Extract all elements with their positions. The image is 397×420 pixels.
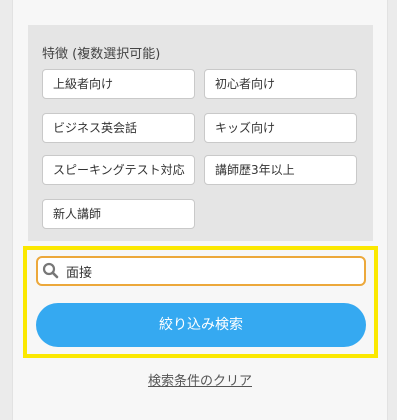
features-title: 特徴 (複数選択可能) xyxy=(42,47,161,62)
feature-chip-speaking-test[interactable]: スピーキングテスト対応 xyxy=(42,155,195,185)
feature-chip-teaching-experience[interactable]: 講師歴3年以上 xyxy=(204,155,357,185)
search-input[interactable] xyxy=(66,261,356,281)
feature-chip-advanced[interactable]: 上級者向け xyxy=(42,69,195,99)
feature-chip-kids[interactable]: キッズ向け xyxy=(204,113,357,143)
feature-chip-new-teacher[interactable]: 新人講師 xyxy=(42,199,195,229)
feature-chip-business-english[interactable]: ビジネス英会話 xyxy=(42,113,195,143)
filter-search-button[interactable]: 絞り込み検索 xyxy=(36,303,366,347)
feature-chip-beginner[interactable]: 初心者向け xyxy=(204,69,357,99)
search-icon xyxy=(42,262,59,279)
clear-search-link[interactable]: 検索条件のクリア xyxy=(0,370,397,389)
